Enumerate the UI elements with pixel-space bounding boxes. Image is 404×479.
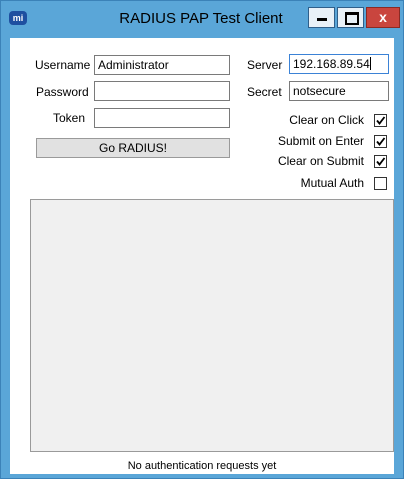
token-label: Token xyxy=(53,111,86,125)
check-icon xyxy=(376,157,386,166)
server-label: Server xyxy=(247,58,283,72)
submit-on-enter-label: Submit on Enter xyxy=(277,134,364,148)
server-field[interactable]: 192.168.89.54 xyxy=(289,54,389,74)
window-title: RADIUS PAP Test Client xyxy=(119,10,283,27)
status-text: No authentication requests yet xyxy=(127,460,277,472)
client-area: Username Administrator Password Token Go… xyxy=(10,38,394,474)
check-icon xyxy=(376,137,386,146)
check-icon xyxy=(376,116,386,125)
text-caret xyxy=(369,57,371,70)
password-field[interactable] xyxy=(94,81,230,101)
clear-on-submit-checkbox[interactable] xyxy=(374,155,387,168)
results-log[interactable] xyxy=(30,199,394,452)
title-bar[interactable]: mi RADIUS PAP Test Client x xyxy=(1,1,403,37)
username-field[interactable]: Administrator xyxy=(94,55,230,75)
clear-on-submit-label: Clear on Submit xyxy=(277,154,364,168)
minimize-button[interactable] xyxy=(308,7,335,28)
close-icon: x xyxy=(379,9,387,25)
password-label: Password xyxy=(36,85,89,99)
secret-field[interactable]: notsecure xyxy=(289,81,389,101)
clear-on-click-label: Clear on Click xyxy=(289,113,364,127)
submit-on-enter-checkbox[interactable] xyxy=(374,135,387,148)
secret-label: Secret xyxy=(247,85,282,99)
mutual-auth-label: Mutual Auth xyxy=(300,176,364,190)
maximize-button[interactable] xyxy=(337,7,364,28)
app-window: mi RADIUS PAP Test Client x Username Adm… xyxy=(0,0,404,479)
app-icon: mi xyxy=(9,11,27,25)
username-label: Username xyxy=(35,58,91,72)
clear-on-click-checkbox[interactable] xyxy=(374,114,387,127)
go-radius-button[interactable]: Go RADIUS! xyxy=(36,138,230,158)
close-button[interactable]: x xyxy=(366,7,400,28)
server-value: 192.168.89.54 xyxy=(293,57,370,71)
token-field[interactable] xyxy=(94,108,230,128)
mutual-auth-checkbox[interactable] xyxy=(374,177,387,190)
